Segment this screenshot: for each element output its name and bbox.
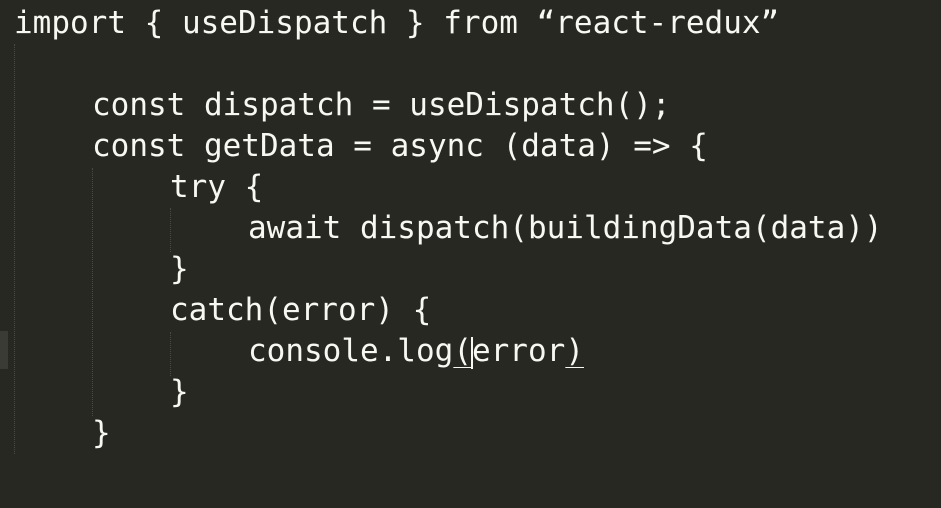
code-editor[interactable]: import { useDispatch } from “react-redux… xyxy=(0,0,941,508)
code-line-6[interactable]: await dispatch(buildingData(data)) xyxy=(248,208,883,249)
code-text: error xyxy=(471,333,566,369)
indent-guide xyxy=(14,44,15,454)
code-text: const dispatch = useDispatch(); xyxy=(92,87,671,123)
code-line-3[interactable]: const dispatch = useDispatch(); xyxy=(92,85,671,126)
matched-paren-close: ) xyxy=(565,333,584,369)
code-line-7[interactable]: } xyxy=(170,249,189,290)
current-line-marker xyxy=(0,331,8,369)
code-text: catch(error) { xyxy=(170,292,432,328)
code-text: } xyxy=(170,374,189,410)
code-line-1[interactable]: import { useDispatch } from “react-redux… xyxy=(14,3,779,44)
indent-guide xyxy=(92,168,93,416)
matched-paren-open: ( xyxy=(453,333,472,369)
code-text: } xyxy=(92,415,111,451)
code-line-8[interactable]: catch(error) { xyxy=(170,290,431,331)
code-text: const getData = async (data) => { xyxy=(92,128,708,164)
code-line-5[interactable]: try { xyxy=(170,167,263,208)
code-text: await dispatch(buildingData(data)) xyxy=(248,210,883,246)
code-line-4[interactable]: const getData = async (data) => { xyxy=(92,126,708,167)
code-line-9[interactable]: console.log(error) xyxy=(248,331,584,372)
indent-guide xyxy=(170,332,171,376)
code-text: import { useDispatch } from “react-redux… xyxy=(14,5,780,41)
code-line-11[interactable]: } xyxy=(92,413,111,454)
code-text: } xyxy=(170,251,189,287)
code-text: console.log xyxy=(248,333,454,369)
code-text: try { xyxy=(170,169,264,205)
indent-guide xyxy=(170,208,171,252)
code-line-10[interactable]: } xyxy=(170,372,189,413)
